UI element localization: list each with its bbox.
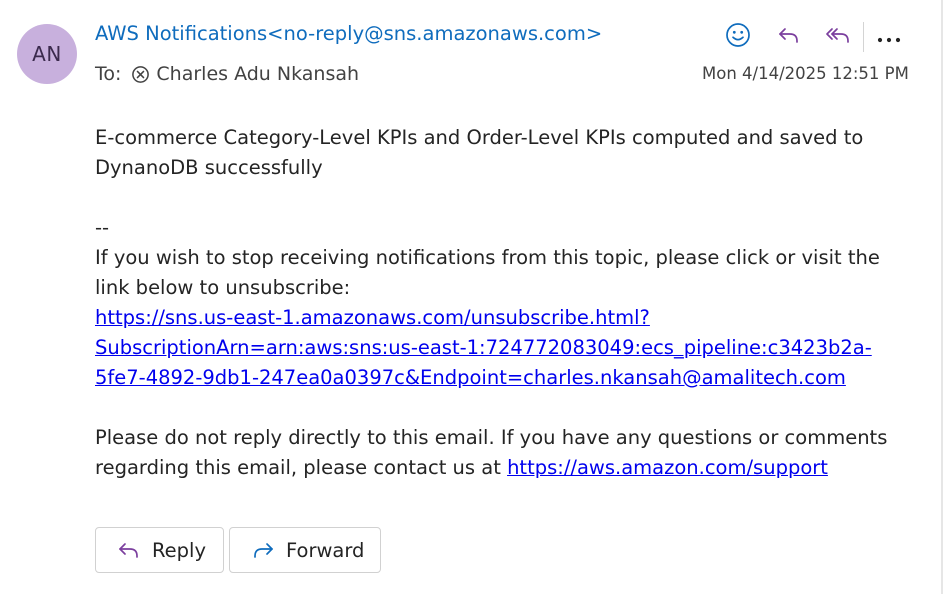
- reply-toolbar-button[interactable]: [771, 20, 807, 54]
- unsubscribe-link-wrap: https://sns.us-east-1.amazonaws.com/unsu…: [95, 303, 915, 333]
- avatar[interactable]: AN: [17, 24, 77, 84]
- reply-all-toolbar-button[interactable]: [820, 20, 856, 54]
- signature-separator: --: [95, 216, 110, 239]
- unsubscribe-link-wrap: 5fe7-4892-9db1-247ea0a0397c&Endpoint=cha…: [95, 363, 915, 393]
- forward-button[interactable]: Forward: [229, 527, 381, 573]
- recipient-line: To: Charles Adu Nkansah: [95, 63, 359, 85]
- received-timestamp: Mon 4/14/2025 12:51 PM: [702, 64, 909, 83]
- message-body: E-commerce Category-Level KPIs and Order…: [95, 123, 915, 483]
- reply-icon: [777, 24, 801, 50]
- unsubscribe-text: If you wish to stop receiving notificati…: [95, 246, 880, 269]
- remove-recipient-icon[interactable]: [131, 65, 150, 84]
- sender-name[interactable]: AWS Notifications<no-reply@sns.amazonaws…: [95, 22, 602, 45]
- more-actions-button[interactable]: [871, 20, 907, 54]
- reply-actions: Reply Forward: [95, 527, 386, 573]
- body-line: E-commerce Category-Level KPIs and Order…: [95, 126, 864, 149]
- forward-icon: [250, 539, 276, 561]
- forward-button-label: Forward: [286, 538, 365, 562]
- react-button[interactable]: [720, 20, 756, 54]
- body-line: DynanoDB successfully: [95, 156, 323, 179]
- reply-button-label: Reply: [152, 538, 207, 562]
- toolbar-divider: [863, 22, 864, 52]
- footer-text: regarding this email, please contact us …: [95, 456, 508, 479]
- more-icon: [877, 28, 901, 47]
- unsubscribe-text: link below to unsubscribe:: [95, 276, 351, 299]
- reading-pane: AN AWS Notifications<no-reply@sns.amazon…: [0, 0, 943, 594]
- unsubscribe-link[interactable]: SubscriptionArn=arn:aws:sns:us-east-1:72…: [95, 336, 872, 359]
- reply-all-icon: [825, 24, 851, 50]
- smiley-icon: [725, 22, 751, 52]
- to-label: To:: [95, 63, 122, 85]
- support-link[interactable]: https://aws.amazon.com/support: [507, 456, 828, 479]
- unsubscribe-link[interactable]: 5fe7-4892-9db1-247ea0a0397c&Endpoint=cha…: [95, 366, 846, 389]
- unsubscribe-link[interactable]: https://sns.us-east-1.amazonaws.com/unsu…: [95, 306, 650, 329]
- reply-button[interactable]: Reply: [95, 527, 224, 573]
- unsubscribe-link-wrap: SubscriptionArn=arn:aws:sns:us-east-1:72…: [95, 333, 915, 363]
- avatar-initials: AN: [32, 42, 62, 66]
- recipient-name[interactable]: Charles Adu Nkansah: [156, 63, 359, 85]
- footer-text-line: regarding this email, please contact us …: [95, 453, 915, 483]
- footer-text: Please do not reply directly to this ema…: [95, 426, 888, 449]
- reply-icon: [116, 539, 142, 561]
